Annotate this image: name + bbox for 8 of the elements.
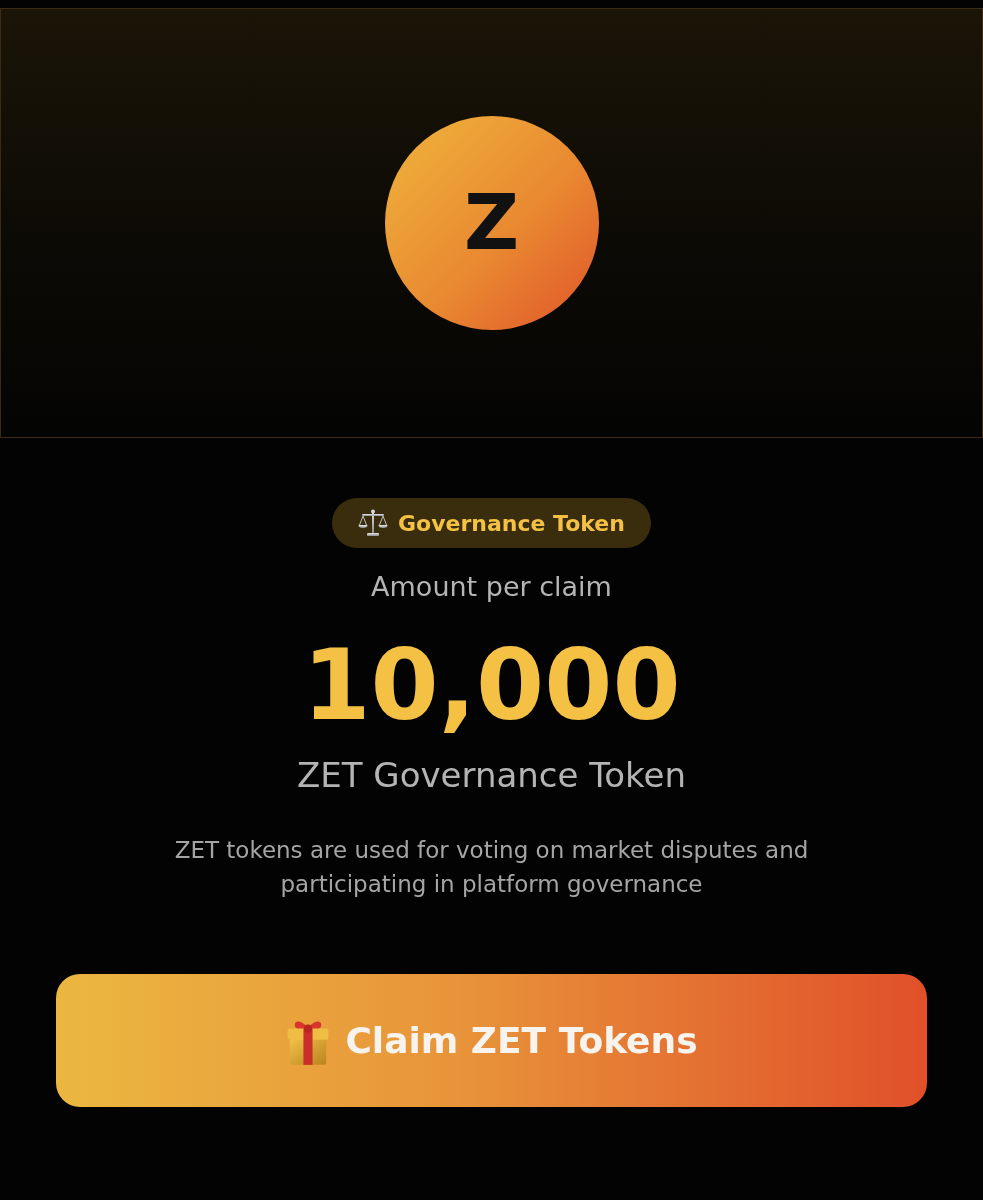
token-name: ZET Governance Token — [297, 754, 686, 797]
scale-icon — [358, 508, 389, 538]
claim-button[interactable]: Claim ZET Tokens — [56, 974, 927, 1107]
token-amount: 10,000 — [302, 630, 681, 740]
token-symbol: Z — [463, 185, 520, 261]
token-description: ZET tokens are used for voting on market disputes and participating in platform governance — [173, 836, 810, 899]
amount-label: Amount per claim — [371, 570, 612, 604]
badge-label: Governance Token — [398, 510, 625, 536]
